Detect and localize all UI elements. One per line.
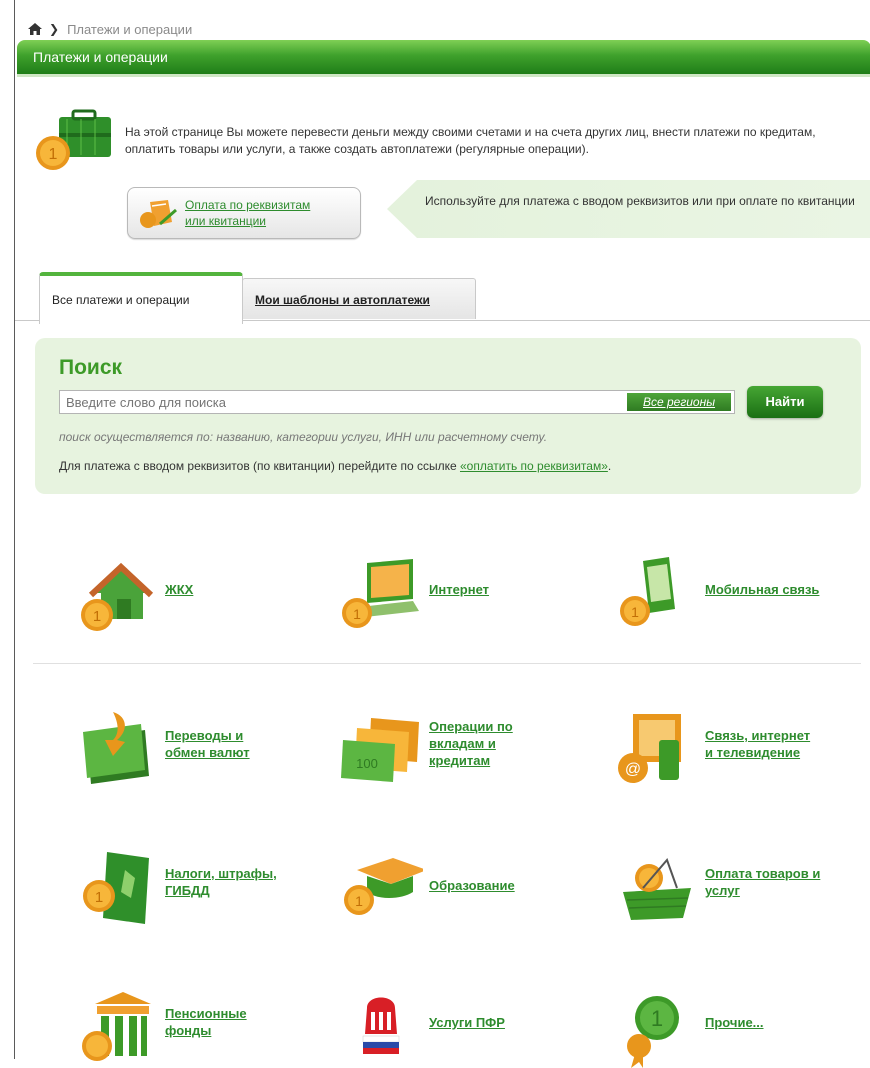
search-note: поиск осуществляется по: названию, катег… — [59, 430, 548, 444]
category-housing-line1: ЖКХ — [165, 582, 194, 597]
banknotes-arrow-icon — [83, 712, 149, 784]
basket-icon — [623, 858, 691, 920]
category-transfers-line2: обмен валют — [165, 745, 250, 760]
bank-building-icon — [82, 992, 151, 1061]
tv-phone-icon: @ — [618, 714, 681, 783]
pay-hint-text: Используйте для платежа с вводом реквизи… — [425, 194, 855, 208]
category-mobile-line1: Мобильная связь — [705, 582, 820, 597]
region-select-button[interactable]: Все регионы — [627, 393, 731, 411]
page-header-bar: Платежи и операции — [17, 40, 870, 77]
svg-text:1: 1 — [651, 1006, 663, 1031]
home-icon[interactable] — [27, 22, 43, 36]
category-internet[interactable]: 1 Интернет — [337, 555, 597, 635]
svg-text:1: 1 — [95, 889, 103, 906]
coin-ribbon-icon: 1 — [627, 996, 679, 1068]
pay-by-details-link[interactable]: «оплатить по реквизитам» — [460, 459, 608, 473]
category-pension-funds[interactable]: Пенсионные фонды — [73, 988, 333, 1068]
category-deposits-line2: вкладам и — [429, 736, 496, 751]
category-telecom-line1: Связь, интернет — [705, 728, 811, 743]
category-deposits-line3: кредитам — [429, 753, 491, 768]
graduation-cap-icon: 1 — [344, 858, 423, 915]
tab-templates-label: Мои шаблоны и автоплатежи — [255, 293, 430, 307]
pay-hint-callout: Используйте для платежа с вводом реквизи… — [387, 180, 870, 238]
phone-coin-icon: 1 — [620, 557, 675, 626]
house-coin-icon: 1 — [81, 562, 154, 631]
section-divider — [33, 663, 861, 664]
search-link-row: Для платежа с вводом реквизитов (по квит… — [59, 459, 611, 473]
category-pfr-services-line1: Услуги ПФР — [429, 1015, 505, 1030]
pay-by-details-button[interactable]: Оплата по реквизитам или квитанции — [127, 187, 361, 239]
svg-text:1: 1 — [49, 146, 58, 163]
search-panel: Поиск Все регионы Найти поиск осуществля… — [35, 338, 861, 494]
category-housing[interactable]: 1 ЖКХ — [73, 555, 333, 635]
category-education[interactable]: 1 Образование — [337, 848, 597, 928]
intro-text: На этой странице Вы можете перевести ден… — [125, 125, 816, 156]
category-transfers-line1: Переводы и — [165, 728, 244, 743]
search-link-prefix: Для платежа с вводом реквизитов (по квит… — [59, 459, 460, 473]
pay-button-label-line2: или квитанции — [185, 214, 267, 228]
category-goods-line2: услуг — [705, 883, 740, 898]
pfr-logo-icon — [362, 997, 400, 1054]
category-transfers[interactable]: Переводы и обмен валют — [73, 710, 333, 790]
category-deposits-line1: Операции по — [429, 719, 513, 734]
breadcrumb-current: Платежи и операции — [67, 21, 193, 37]
pay-button-label-line1: Оплата по реквизитам — [185, 198, 311, 212]
banknotes-icon: 100 — [341, 718, 419, 782]
svg-text:1: 1 — [93, 608, 101, 625]
category-internet-line1: Интернет — [429, 582, 490, 597]
svg-text:100: 100 — [356, 756, 378, 771]
category-pension-funds-line2: фонды — [165, 1023, 212, 1038]
svg-text:@: @ — [625, 761, 641, 778]
chevron-right-icon: ❯ — [49, 22, 60, 36]
category-education-line1: Образование — [429, 878, 515, 893]
category-telecom-line2: и телевидение — [705, 745, 801, 760]
category-mobile[interactable]: 1 Мобильная связь — [613, 555, 870, 635]
category-telecom[interactable]: @ Связь, интернет и телевидение — [613, 710, 870, 790]
tab-bar: Все платежи и операции Мои шаблоны и авт… — [15, 270, 870, 324]
page-title: Платежи и операции — [33, 49, 168, 65]
briefcase-coin-icon: 1 — [36, 109, 111, 170]
tab-all-payments-label: Все платежи и операции — [52, 293, 190, 307]
breadcrumb: ❯ Платежи и операции — [27, 20, 192, 38]
category-other[interactable]: 1 Прочие... — [613, 988, 870, 1068]
receipt-coin-icon — [140, 200, 177, 228]
category-other-line1: Прочие... — [705, 1015, 764, 1030]
svg-text:1: 1 — [355, 893, 363, 909]
search-title: Поиск — [59, 356, 123, 379]
category-taxes-line1: Налоги, штрафы, — [165, 866, 277, 881]
emblem-coin-icon: 1 — [83, 852, 149, 924]
search-link-suffix: . — [607, 459, 612, 473]
category-deposits[interactable]: 100 Операции по вкладам и кредитам — [337, 710, 597, 790]
laptop-coin-icon: 1 — [342, 559, 419, 628]
category-pfr-services[interactable]: Услуги ПФР — [337, 988, 597, 1068]
category-pension-funds-line1: Пенсионные — [165, 1006, 247, 1021]
tab-all-payments[interactable]: Все платежи и операции — [39, 272, 243, 324]
category-goods[interactable]: Оплата товаров и услуг — [613, 848, 870, 928]
category-goods-line1: Оплата товаров и — [705, 866, 821, 881]
svg-text:1: 1 — [631, 604, 639, 620]
category-taxes-line2: ГИБДД — [165, 883, 210, 898]
category-taxes[interactable]: 1 Налоги, штрафы, ГИБДД — [73, 848, 333, 928]
tab-templates[interactable]: Мои шаблоны и автоплатежи — [242, 278, 476, 319]
svg-text:1: 1 — [353, 606, 361, 622]
find-button[interactable]: Найти — [747, 386, 823, 418]
page-frame: ❯ Платежи и операции Платежи и операции … — [14, 0, 870, 1068]
